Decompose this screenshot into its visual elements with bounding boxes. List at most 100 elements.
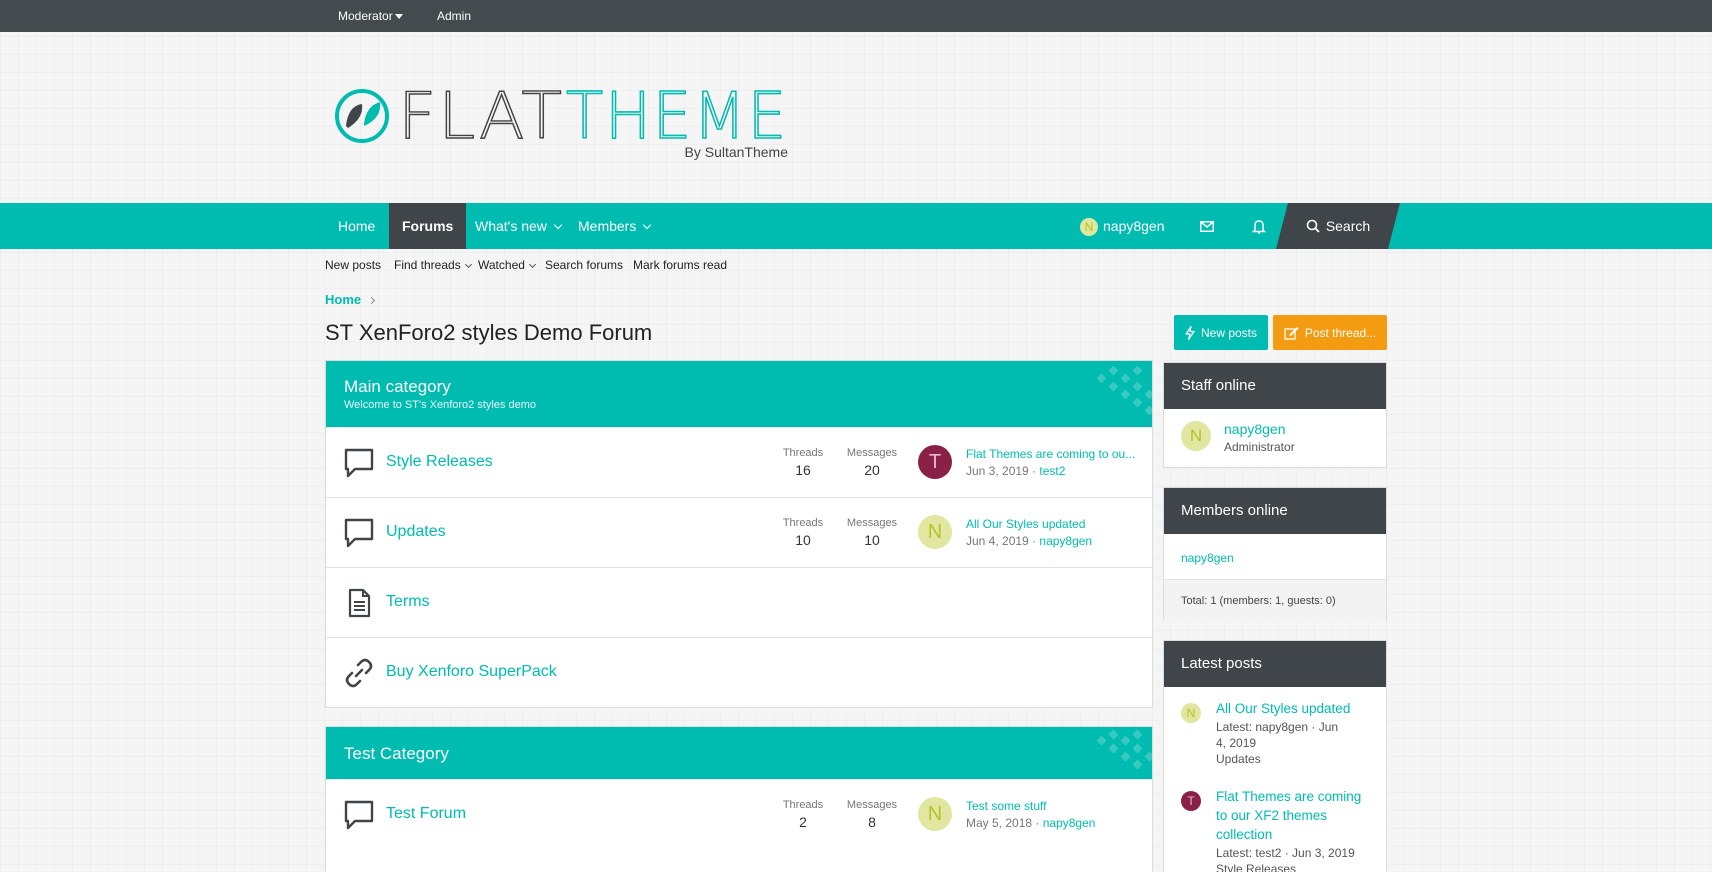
nav-tab-whats-new[interactable]: What's new (462, 203, 574, 249)
staff-member-name[interactable]: napy8gen (1224, 421, 1286, 437)
link-node: Buy Xenforo SuperPack (326, 637, 1152, 707)
latest-post-title[interactable]: All Our Styles updated (1216, 699, 1371, 718)
svg-text:FLAT: FLAT (398, 84, 564, 154)
main-navbar: Home Forums What's new Members Nnapy8gen… (0, 203, 1712, 249)
post-thread-button[interactable]: Post thread... (1273, 315, 1387, 350)
latest-post-title[interactable]: Flat Themes are coming to our XF2 themes… (1216, 787, 1371, 844)
messages-label: Messages (846, 447, 898, 459)
breadcrumb[interactable]: Home (325, 292, 376, 307)
moderator-menu[interactable]: Moderator (338, 0, 403, 32)
last-post-user[interactable]: napy8gen (1039, 534, 1092, 548)
nav-tab-members-label: Members (578, 218, 637, 234)
chat-bubble-icon (344, 518, 374, 548)
post-thread-label: Post thread... (1304, 325, 1377, 340)
latest-posts-title: Latest posts (1164, 641, 1386, 687)
main-category-description: Welcome to ST's Xenforo2 styles demo (344, 399, 537, 411)
subnav-new-posts[interactable]: New posts (325, 258, 381, 272)
last-post-user[interactable]: test2 (1039, 464, 1065, 478)
subnav-mark-read[interactable]: Mark forums read (633, 258, 727, 272)
avatar[interactable]: N (918, 515, 952, 549)
avatar[interactable]: N (1181, 421, 1211, 451)
svg-text:By SultanTheme: By SultanTheme (685, 144, 789, 160)
main-category-header[interactable]: Main category Welcome to ST's Xenforo2 s… (326, 361, 1152, 427)
logo-icon: FLAT THEME By SultanTheme (335, 84, 789, 160)
last-post-user[interactable]: napy8gen (1043, 816, 1096, 830)
latest-post-forum[interactable]: Updates (1216, 751, 1376, 767)
subnav-watched[interactable]: Watched (478, 258, 536, 272)
test-category-title[interactable]: Test Category (344, 744, 1134, 764)
category-decoration-icon (1096, 365, 1152, 416)
forum-title[interactable]: Style Releases (386, 453, 493, 471)
forum-node: Style Releases Threads 16 Messages 20 T Fl… (326, 427, 1152, 497)
link-title[interactable]: Buy Xenforo SuperPack (386, 663, 557, 681)
messages-stat: Messages 10 (842, 517, 902, 548)
last-post-title[interactable]: Test some stuff (966, 799, 1136, 813)
members-online-title: Members online (1164, 488, 1386, 534)
messages-count: 8 (868, 814, 876, 830)
chevron-down-icon (464, 260, 472, 269)
bolt-icon (1185, 325, 1195, 340)
page-title: ST XenForo2 styles Demo Forum (325, 320, 653, 345)
page-title-link[interactable]: Terms (386, 593, 430, 611)
online-member-link[interactable]: napy8gen (1181, 551, 1234, 565)
document-icon (348, 588, 371, 618)
search-button[interactable]: Search (1276, 203, 1400, 249)
avatar[interactable]: T (1181, 791, 1201, 811)
moderator-label: Moderator (338, 9, 393, 23)
nav-tab-home[interactable]: Home (325, 203, 388, 249)
members-online-body: napy8gen Total: 1 (members: 1, guests: 0… (1164, 534, 1386, 621)
threads-count: 16 (795, 462, 811, 478)
main-category-title[interactable]: Main category (344, 377, 1134, 397)
staff-bar: Moderator Admin (0, 0, 1712, 32)
test-category-header[interactable]: Test Category (326, 727, 1152, 779)
last-post-date[interactable]: May 5, 2018 (966, 816, 1032, 830)
caret-down-icon (394, 14, 403, 20)
user-menu[interactable]: Nnapy8gen (1080, 203, 1165, 249)
main-category-block: Main category Welcome to ST's Xenforo2 s… (325, 360, 1153, 708)
site-logo[interactable]: FLAT THEME By SultanTheme (334, 84, 794, 194)
chevron-down-icon (528, 260, 536, 269)
subnav-watched-label: Watched (478, 258, 525, 272)
last-post-title[interactable]: All Our Styles updated (966, 517, 1136, 531)
subnav-find-threads-label: Find threads (394, 258, 461, 272)
last-post-date[interactable]: Jun 3, 2019 (966, 464, 1029, 478)
nav-tab-members[interactable]: Members (565, 203, 663, 249)
new-posts-button[interactable]: New posts (1174, 315, 1268, 350)
forum-title[interactable]: Test Forum (386, 805, 466, 823)
latest-post-forum[interactable]: Style Releases (1216, 861, 1376, 872)
staff-online-title: Staff online (1164, 363, 1386, 409)
category-decoration-icon (1096, 729, 1152, 770)
staff-member-role: Administrator (1224, 440, 1295, 454)
forum-node: Updates Threads 10 Messages 10 N All Our S… (326, 497, 1152, 567)
avatar[interactable]: T (918, 445, 952, 479)
chat-bubble-icon (344, 448, 374, 478)
messages-count: 20 (864, 462, 880, 478)
last-post-title[interactable]: Flat Themes are coming to ou... (966, 447, 1136, 461)
messages-stat: Messages 20 (842, 447, 902, 478)
last-post-date[interactable]: Jun 4, 2019 (966, 534, 1029, 548)
latest-posts-body: N All Our Styles updated Latest: napy8ge… (1164, 687, 1386, 872)
subnav-search-forums[interactable]: Search forums (545, 258, 623, 272)
forum-node: Test Forum Threads 2 Messages 8 N Test som… (326, 779, 1152, 849)
chevron-down-icon[interactable] (553, 220, 563, 230)
avatar[interactable]: N (1181, 703, 1201, 723)
staff-online-widget: Staff online N napy8gen Administrator (1163, 362, 1387, 468)
nav-tab-forums[interactable]: Forums (389, 203, 467, 249)
bell-icon[interactable] (1241, 203, 1277, 249)
last-post-meta: Jun 3, 2019 · test2 (966, 464, 1066, 478)
forum-title[interactable]: Updates (386, 523, 446, 541)
avatar[interactable]: N (918, 797, 952, 831)
subnav-find-threads[interactable]: Find threads (394, 258, 472, 272)
threads-label: Threads (782, 517, 824, 529)
chevron-down-icon[interactable] (643, 220, 652, 230)
messages-label: Messages (846, 517, 898, 529)
last-post-meta: Jun 4, 2019 · napy8gen (966, 534, 1093, 548)
page-node: Terms (326, 567, 1152, 637)
threads-label: Threads (782, 799, 824, 811)
breadcrumb-home[interactable]: Home (325, 292, 361, 307)
inbox-icon[interactable] (1189, 203, 1225, 249)
site-header: FLAT THEME By SultanTheme (0, 32, 1712, 203)
latest-post-meta: Latest: test2 · Jun 3, 2019 (1216, 846, 1355, 860)
admin-link[interactable]: Admin (437, 0, 471, 32)
edit-icon (1284, 326, 1299, 340)
